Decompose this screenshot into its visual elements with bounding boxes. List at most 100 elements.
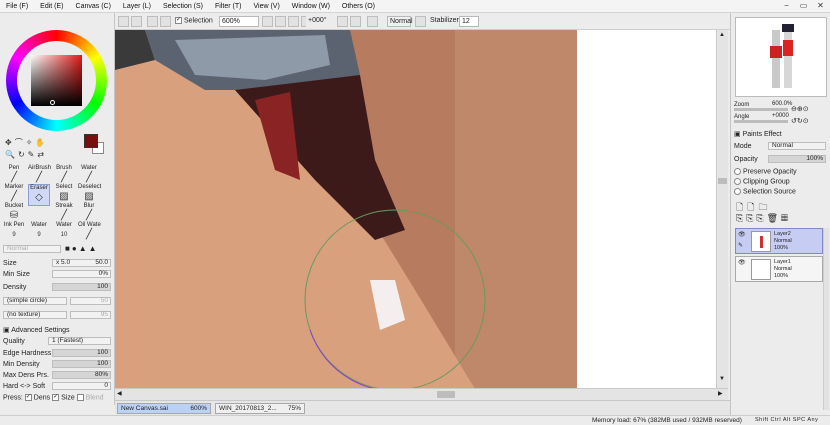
- nav-angle-buttons[interactable]: ↺↻⊙: [791, 117, 809, 125]
- edge-hardness-slider[interactable]: 100: [52, 349, 111, 357]
- brush-shape-presets[interactable]: ■●▲▲: [65, 244, 99, 253]
- zoom-field[interactable]: 600%: [219, 16, 259, 27]
- tool-oil-water[interactable]: Oil Wate ╱: [78, 222, 101, 244]
- rotate-icon[interactable]: ↻: [18, 150, 28, 159]
- hand-icon[interactable]: ✋: [35, 138, 48, 147]
- brush-shape-slider[interactable]: 50: [70, 297, 111, 305]
- primary-color-swatch[interactable]: [84, 134, 98, 148]
- new-folder-icon[interactable]: 🗀: [759, 202, 772, 212]
- layer-mask-icon[interactable]: ▦: [781, 213, 791, 223]
- horizontal-scroll-thumb[interactable]: [437, 391, 455, 398]
- tab-new-canvas[interactable]: New Canvas.sai 600%: [117, 403, 211, 414]
- layer-mode-select[interactable]: Normal: [768, 142, 826, 150]
- nav-angle-value[interactable]: +0000: [772, 113, 789, 119]
- selection-source-row[interactable]: Selection Source: [734, 188, 796, 195]
- tab-win-image[interactable]: WIN_20170813_2... 75%: [215, 403, 305, 414]
- clipping-group-row[interactable]: Clipping Group: [734, 178, 790, 185]
- selection-toggle[interactable]: ✓ Selection: [175, 17, 213, 24]
- rotate-reset-icon[interactable]: [350, 16, 361, 27]
- canvas-vertical-scrollbar[interactable]: ▲ ▼: [716, 30, 728, 388]
- hard-soft-slider[interactable]: 0: [52, 382, 111, 390]
- brush-shape-select[interactable]: (simple circle): [3, 297, 67, 305]
- menu-filter[interactable]: Filter (T): [209, 3, 247, 10]
- flip-icon[interactable]: [367, 16, 378, 27]
- press-blend-checkbox[interactable]: [76, 394, 84, 401]
- max-dens-prs-slider[interactable]: 80%: [52, 371, 111, 379]
- new-linework-layer-icon[interactable]: 🗋: [747, 202, 758, 212]
- scroll-down-icon[interactable]: ▼: [719, 376, 725, 382]
- new-layer-icon[interactable]: 🗋: [736, 202, 747, 212]
- tool-water-2[interactable]: Water 9: [28, 222, 50, 244]
- nav-rotate-reset-icon[interactable]: ⊙: [803, 118, 809, 125]
- rotate-right-icon[interactable]: [337, 16, 348, 27]
- maximize-button[interactable]: ▭: [798, 1, 809, 11]
- navigator-preview[interactable]: [735, 17, 827, 97]
- transfer-down-icon[interactable]: ⎘: [736, 213, 746, 223]
- minimize-button[interactable]: −: [781, 1, 792, 11]
- zoom-in-icon[interactable]: [275, 16, 286, 27]
- merge-down-icon[interactable]: ⎘: [746, 213, 756, 223]
- menu-file[interactable]: File (F): [0, 3, 34, 10]
- stabilizer-icon[interactable]: [415, 16, 426, 27]
- zoom-icon[interactable]: 🔍: [5, 150, 18, 159]
- scroll-left-icon[interactable]: ◀: [117, 390, 122, 397]
- nav-angle-slider[interactable]: [734, 120, 788, 123]
- min-size-slider[interactable]: 0%: [52, 270, 111, 278]
- stabilizer-select[interactable]: 12: [459, 16, 479, 27]
- clipping-group-checkbox[interactable]: [734, 178, 741, 185]
- brush-blend-select[interactable]: Normal: [3, 245, 61, 253]
- press-size-checkbox[interactable]: ✓: [52, 394, 60, 401]
- tool-water-3[interactable]: Water 10: [53, 222, 75, 244]
- preserve-opacity-row[interactable]: Preserve Opacity: [734, 168, 797, 175]
- selection-source-checkbox[interactable]: [734, 188, 741, 195]
- nav-zoom-value[interactable]: 600.0%: [772, 101, 792, 107]
- preserve-opacity-checkbox[interactable]: [734, 168, 741, 175]
- color-wheel[interactable]: [6, 30, 107, 131]
- zoom-reset-icon[interactable]: [288, 16, 299, 27]
- size-slider[interactable]: x 5.0 50.0: [52, 259, 111, 267]
- tool-eraser[interactable]: Eraser ◇: [28, 184, 50, 206]
- texture-select[interactable]: (no texture): [3, 311, 67, 319]
- menu-window[interactable]: Window (W): [286, 3, 336, 10]
- shape-flat-icon[interactable]: ▲: [79, 244, 89, 253]
- clear-layer-icon[interactable]: ⎘: [756, 213, 766, 223]
- nav-zoom-slider[interactable]: [734, 108, 788, 111]
- redo-icon[interactable]: [131, 16, 142, 27]
- menu-layer[interactable]: Layer (L): [117, 3, 157, 10]
- deselect-icon[interactable]: [147, 16, 158, 27]
- layer-item-layer1[interactable]: 👁 Layer1 Normal 100%: [735, 256, 823, 282]
- layer-opacity-slider[interactable]: 100%: [768, 155, 826, 163]
- rotation-field[interactable]: +000°: [306, 16, 334, 27]
- quality-select[interactable]: 1 (Fastest): [48, 337, 111, 345]
- menu-edit[interactable]: Edit (E): [34, 3, 69, 10]
- vertical-scroll-thumb[interactable]: [718, 178, 727, 184]
- scroll-right-icon[interactable]: ▶: [718, 390, 723, 397]
- min-density-slider[interactable]: 100: [52, 360, 111, 368]
- menu-others[interactable]: Others (O): [336, 3, 381, 10]
- density-slider[interactable]: 100: [52, 283, 111, 291]
- press-dens-checkbox[interactable]: ✓: [24, 394, 32, 401]
- canvas-horizontal-scrollbar[interactable]: ◀ ▶: [115, 388, 728, 400]
- zoom-out-icon[interactable]: [262, 16, 273, 27]
- layer-item-layer2[interactable]: 👁 ✎ Layer2 Normal 100%: [735, 228, 823, 254]
- layer-list-scrollbar[interactable]: [823, 228, 829, 410]
- invert-selection-icon[interactable]: [160, 16, 171, 27]
- tool-ink-pen[interactable]: Ink Pen 9: [3, 222, 25, 244]
- menu-canvas[interactable]: Canvas (C): [70, 3, 117, 10]
- advanced-settings-toggle[interactable]: ▣ Advanced Settings: [3, 326, 70, 335]
- menu-view[interactable]: View (V): [247, 3, 285, 10]
- scroll-up-icon[interactable]: ▲: [719, 32, 725, 38]
- canvas-view[interactable]: [115, 30, 728, 389]
- shape-square-icon[interactable]: ■: [65, 244, 72, 253]
- close-button[interactable]: ✕: [815, 1, 826, 11]
- texture-slider[interactable]: 95: [70, 311, 111, 319]
- eyedropper-icon[interactable]: ✎: [28, 150, 38, 159]
- delete-layer-icon[interactable]: 🗑: [767, 213, 781, 223]
- selection-checkbox-icon[interactable]: ✓: [175, 17, 182, 24]
- shape-round-icon[interactable]: ●: [72, 244, 79, 253]
- magic-wand-icon[interactable]: ✧: [26, 138, 36, 147]
- swap-icon[interactable]: ⇄: [37, 150, 47, 159]
- menu-selection[interactable]: Selection (S): [157, 3, 209, 10]
- nav-zoom-reset-icon[interactable]: ⊙: [803, 106, 809, 113]
- paints-effect-header[interactable]: ▣ Paints Effect: [734, 130, 782, 138]
